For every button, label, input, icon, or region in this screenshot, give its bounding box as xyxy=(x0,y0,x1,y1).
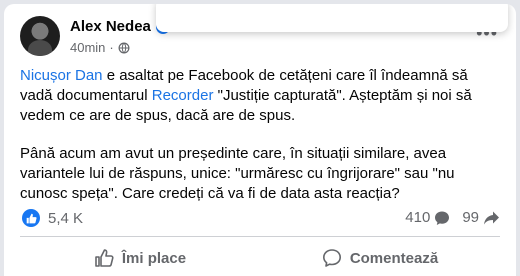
tooltip-popup xyxy=(156,4,508,32)
post-timestamp[interactable]: 40min xyxy=(70,40,105,55)
comments-count[interactable]: 410 xyxy=(405,209,430,226)
thumbs-up-icon xyxy=(95,249,114,267)
post-text: Nicușor Dan e asaltat pe Facebook de cet… xyxy=(20,66,500,222)
mention-link[interactable]: Recorder xyxy=(152,87,214,104)
post-meta: 40min · xyxy=(70,40,130,55)
share-arrow-icon xyxy=(484,211,499,224)
shares-count[interactable]: 99 xyxy=(462,209,479,226)
author-name[interactable]: Alex Nedea xyxy=(70,18,151,35)
meta-separator: · xyxy=(109,40,114,55)
like-reaction-icon[interactable] xyxy=(22,209,40,227)
post-paragraph-2: Până acum am avut un președinte care, în… xyxy=(20,145,455,202)
like-button[interactable]: Îmi place xyxy=(20,240,260,276)
comment-button[interactable]: Comentează xyxy=(260,240,500,276)
post-paragraph-1: Nicușor Dan e asaltat pe Facebook de cet… xyxy=(20,66,500,126)
author-row: Alex Nedea ✓ xyxy=(70,18,170,35)
like-button-label: Îmi place xyxy=(121,249,187,267)
post-actions: Îmi place Comentează xyxy=(20,240,500,276)
comment-bubble-icon xyxy=(435,211,450,225)
comment-icon xyxy=(322,249,341,267)
comment-button-label: Comentează xyxy=(349,249,439,267)
post-stats: 5,4 K 410 99 xyxy=(20,207,500,229)
post-card: Alex Nedea ✓ 40min · ••• Nicușor Dan e a… xyxy=(4,4,516,276)
mention-link[interactable]: Nicușor Dan xyxy=(20,67,103,84)
reactions-count[interactable]: 5,4 K xyxy=(48,210,83,227)
actions-divider xyxy=(20,236,500,237)
engagement-counts: 410 99 xyxy=(405,209,500,226)
globe-icon xyxy=(118,42,130,53)
avatar[interactable] xyxy=(20,16,60,56)
